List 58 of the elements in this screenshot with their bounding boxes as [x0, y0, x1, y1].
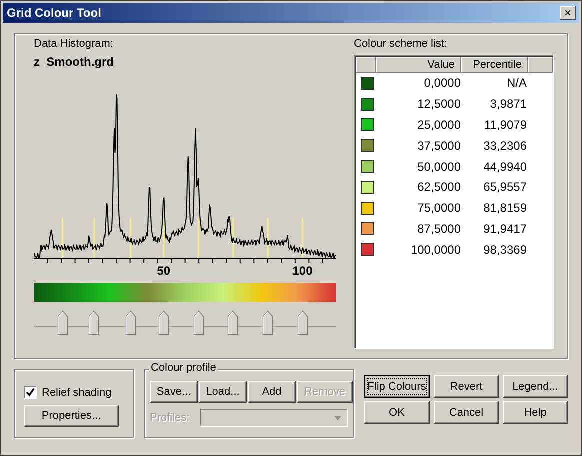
- dialog-button[interactable]: Flip Colours: [364, 375, 430, 398]
- profile-button[interactable]: Add: [248, 381, 296, 403]
- percentile-cell-text: 3,9871: [489, 97, 527, 112]
- column-header[interactable]: Value: [376, 57, 461, 73]
- dialog-button[interactable]: OK: [364, 401, 430, 424]
- value-cell-text: 12,5000: [416, 97, 461, 112]
- colour-swatch[interactable]: [361, 160, 374, 174]
- slider-thumb[interactable]: [262, 310, 274, 336]
- slider-thumb[interactable]: [193, 310, 204, 336]
- colour-swatch[interactable]: [361, 98, 374, 111]
- colour-swatch[interactable]: [361, 243, 374, 256]
- value-cell-text: 0,0000: [423, 76, 461, 90]
- checkbox-label: Relief shading: [42, 386, 112, 398]
- slider-thumb[interactable]: [88, 310, 100, 336]
- slider-thumb[interactable]: [297, 310, 308, 336]
- slider-thumb[interactable]: [228, 310, 239, 336]
- group-title: Colour profile: [149, 362, 218, 374]
- value-cell-text: 62,5000: [416, 180, 461, 194]
- profile-button[interactable]: Save...: [150, 381, 198, 403]
- colour-swatch[interactable]: [361, 180, 374, 194]
- colour-swatch[interactable]: [361, 202, 374, 215]
- value-cell-text: 87,5000: [416, 222, 461, 236]
- dialog-button[interactable]: Legend...: [503, 375, 568, 398]
- colour-swatch[interactable]: [361, 76, 374, 90]
- value-cell-text: 100,0000: [410, 242, 461, 257]
- value-cell-text: 37,5000: [416, 138, 461, 153]
- dialog-button[interactable]: Help: [503, 401, 568, 424]
- percentile-cell-text: 11,9079: [484, 118, 527, 132]
- percentile-cell-text: 33,2306: [482, 138, 527, 153]
- percentile-cell-text: 81,8159: [482, 201, 527, 216]
- checkbox[interactable]: [24, 386, 37, 399]
- colour-list-label: Colour scheme list:: [354, 38, 449, 50]
- properties-button[interactable]: Properties...: [24, 405, 119, 427]
- colour-swatch[interactable]: [361, 139, 374, 152]
- histogram-label: Data Histogram:: [34, 38, 114, 50]
- column-header[interactable]: Percentile: [461, 57, 528, 73]
- slider-thumb[interactable]: [57, 310, 68, 336]
- file-name: z_Smooth.grd: [34, 55, 115, 69]
- value-cell-text: 75,0000: [416, 201, 461, 216]
- axis-label: 100: [292, 264, 313, 278]
- percentile-cell-text: 98,3369: [482, 242, 527, 257]
- percentile-cell-text: N/A: [506, 76, 527, 90]
- percentile-cell-text: 65,9557: [482, 180, 527, 194]
- colour-swatch[interactable]: [361, 222, 374, 236]
- close-button[interactable]: ×: [560, 6, 576, 20]
- percentile-cell-text: 44,9940: [482, 160, 527, 174]
- percentile-cell-text: 91,9417: [482, 222, 527, 236]
- slider-thumb[interactable]: [158, 310, 170, 336]
- axis-label: 50: [157, 264, 171, 278]
- slider-thumb[interactable]: [125, 310, 136, 336]
- dialog-button[interactable]: Revert: [434, 375, 499, 398]
- window-title: Grid Colour Tool: [7, 6, 102, 20]
- column-header[interactable]: [356, 57, 376, 73]
- value-cell-text: 50,0000: [416, 160, 461, 174]
- colour-swatch[interactable]: [361, 118, 374, 132]
- dialog-button[interactable]: Cancel: [434, 401, 499, 424]
- profile-button[interactable]: Load...: [199, 381, 247, 403]
- value-cell-text: 25,0000: [416, 118, 461, 132]
